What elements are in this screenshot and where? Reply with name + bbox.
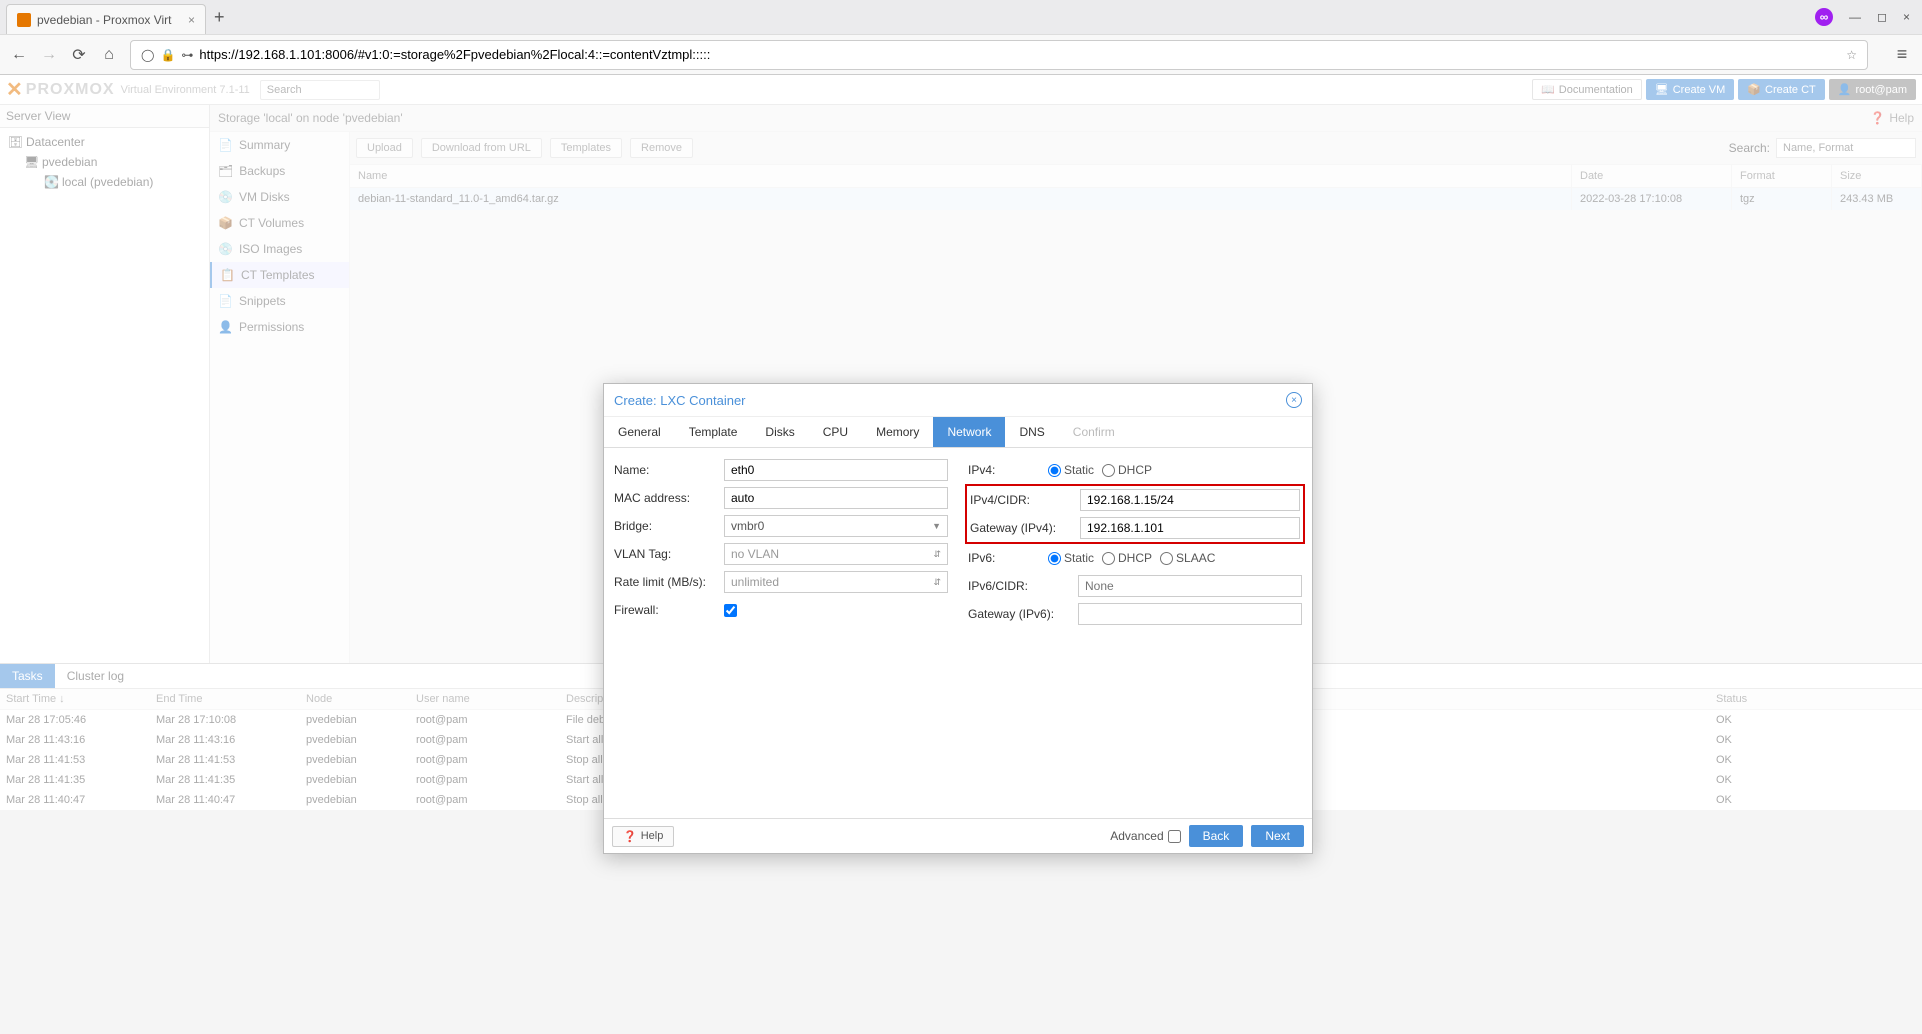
firewall-label: Firewall:	[614, 603, 724, 617]
extension-icon[interactable]: ∞	[1815, 8, 1833, 26]
ipv6-gateway-input[interactable]	[1078, 603, 1302, 625]
ipv4-static-radio[interactable]: Static	[1048, 463, 1094, 477]
nav-back-icon[interactable]: ←	[10, 46, 28, 64]
shield-icon[interactable]: ◯	[141, 48, 154, 62]
ipv6-cidr-label: IPv6/CIDR:	[968, 579, 1078, 593]
ipv6-slaac-radio[interactable]: SLAAC	[1160, 551, 1215, 565]
ipv6-dhcp-radio[interactable]: DHCP	[1102, 551, 1152, 565]
browser-menu-icon[interactable]: ≡	[1892, 44, 1912, 65]
wizard-tab-cpu[interactable]: CPU	[809, 417, 862, 447]
rate-input[interactable]: unlimited⇵	[724, 571, 948, 593]
name-label: Name:	[614, 463, 724, 477]
browser-tab[interactable]: pvedebian - Proxmox Virt ×	[6, 4, 206, 34]
ipv6-label: IPv6:	[968, 551, 1048, 565]
ipv6-static-radio[interactable]: Static	[1048, 551, 1094, 565]
highlight-annotation: IPv4/CIDR: Gateway (IPv4):	[965, 484, 1305, 544]
nav-home-icon[interactable]: ⌂	[100, 46, 118, 64]
firewall-checkbox[interactable]	[724, 604, 737, 617]
create-lxc-modal: Create: LXC Container × GeneralTemplateD…	[603, 383, 1313, 854]
url-input[interactable]	[199, 47, 1838, 62]
vlan-label: VLAN Tag:	[614, 547, 724, 561]
stepper-icon: ⇵	[933, 549, 941, 560]
wizard-tab-general[interactable]: General	[604, 417, 675, 447]
tab-favicon	[17, 13, 31, 27]
stepper-icon: ⇵	[933, 577, 941, 588]
modal-title: Create: LXC Container	[614, 393, 746, 408]
vlan-input[interactable]: no VLAN⇵	[724, 543, 948, 565]
name-input[interactable]	[724, 459, 948, 481]
help-icon: ❓	[623, 830, 637, 843]
browser-chrome: pvedebian - Proxmox Virt × + ∞ — ◻ × ← →…	[0, 0, 1922, 75]
nav-forward-icon: →	[40, 46, 58, 64]
wizard-tab-disks[interactable]: Disks	[751, 417, 808, 447]
wizard-tab-template[interactable]: Template	[675, 417, 752, 447]
bridge-select[interactable]: vmbr0▼	[724, 515, 948, 537]
modal-close-icon[interactable]: ×	[1286, 392, 1302, 408]
ipv4-label: IPv4:	[968, 463, 1048, 477]
ipv4-dhcp-radio[interactable]: DHCP	[1102, 463, 1152, 477]
tab-title: pvedebian - Proxmox Virt	[37, 13, 172, 27]
ipv6-gateway-label: Gateway (IPv6):	[968, 607, 1078, 621]
modal-help-button[interactable]: ❓Help	[612, 826, 674, 847]
tab-close-icon[interactable]: ×	[188, 13, 195, 27]
bridge-label: Bridge:	[614, 519, 724, 533]
lock-icon[interactable]: 🔒	[160, 48, 175, 62]
ipv4-gateway-input[interactable]	[1080, 517, 1300, 539]
window-close-icon[interactable]: ×	[1903, 10, 1910, 24]
advanced-checkbox[interactable]: Advanced	[1110, 829, 1180, 843]
wizard-tab-network[interactable]: Network	[933, 417, 1005, 447]
ipv4-cidr-input[interactable]	[1080, 489, 1300, 511]
bookmark-icon[interactable]: ☆	[1846, 48, 1857, 62]
ipv6-cidr-input[interactable]	[1078, 575, 1302, 597]
window-maximize-icon[interactable]: ◻	[1877, 10, 1887, 24]
new-tab-button[interactable]: +	[214, 7, 225, 28]
back-button[interactable]: Back	[1189, 825, 1244, 847]
key-icon[interactable]: ⊶	[181, 48, 193, 62]
mac-input[interactable]	[724, 487, 948, 509]
url-bar[interactable]: ◯ 🔒 ⊶ ☆	[130, 40, 1868, 70]
next-button[interactable]: Next	[1251, 825, 1304, 847]
mac-label: MAC address:	[614, 491, 724, 505]
rate-label: Rate limit (MB/s):	[614, 575, 724, 589]
wizard-tab-dns[interactable]: DNS	[1005, 417, 1058, 447]
ipv4-cidr-label: IPv4/CIDR:	[970, 493, 1080, 507]
window-minimize-icon[interactable]: —	[1849, 10, 1861, 24]
ipv4-gateway-label: Gateway (IPv4):	[970, 521, 1080, 535]
wizard-tab-confirm: Confirm	[1059, 417, 1129, 447]
nav-reload-icon[interactable]: ⟳	[70, 45, 88, 65]
chevron-down-icon: ▼	[932, 521, 941, 531]
wizard-tab-memory[interactable]: Memory	[862, 417, 933, 447]
